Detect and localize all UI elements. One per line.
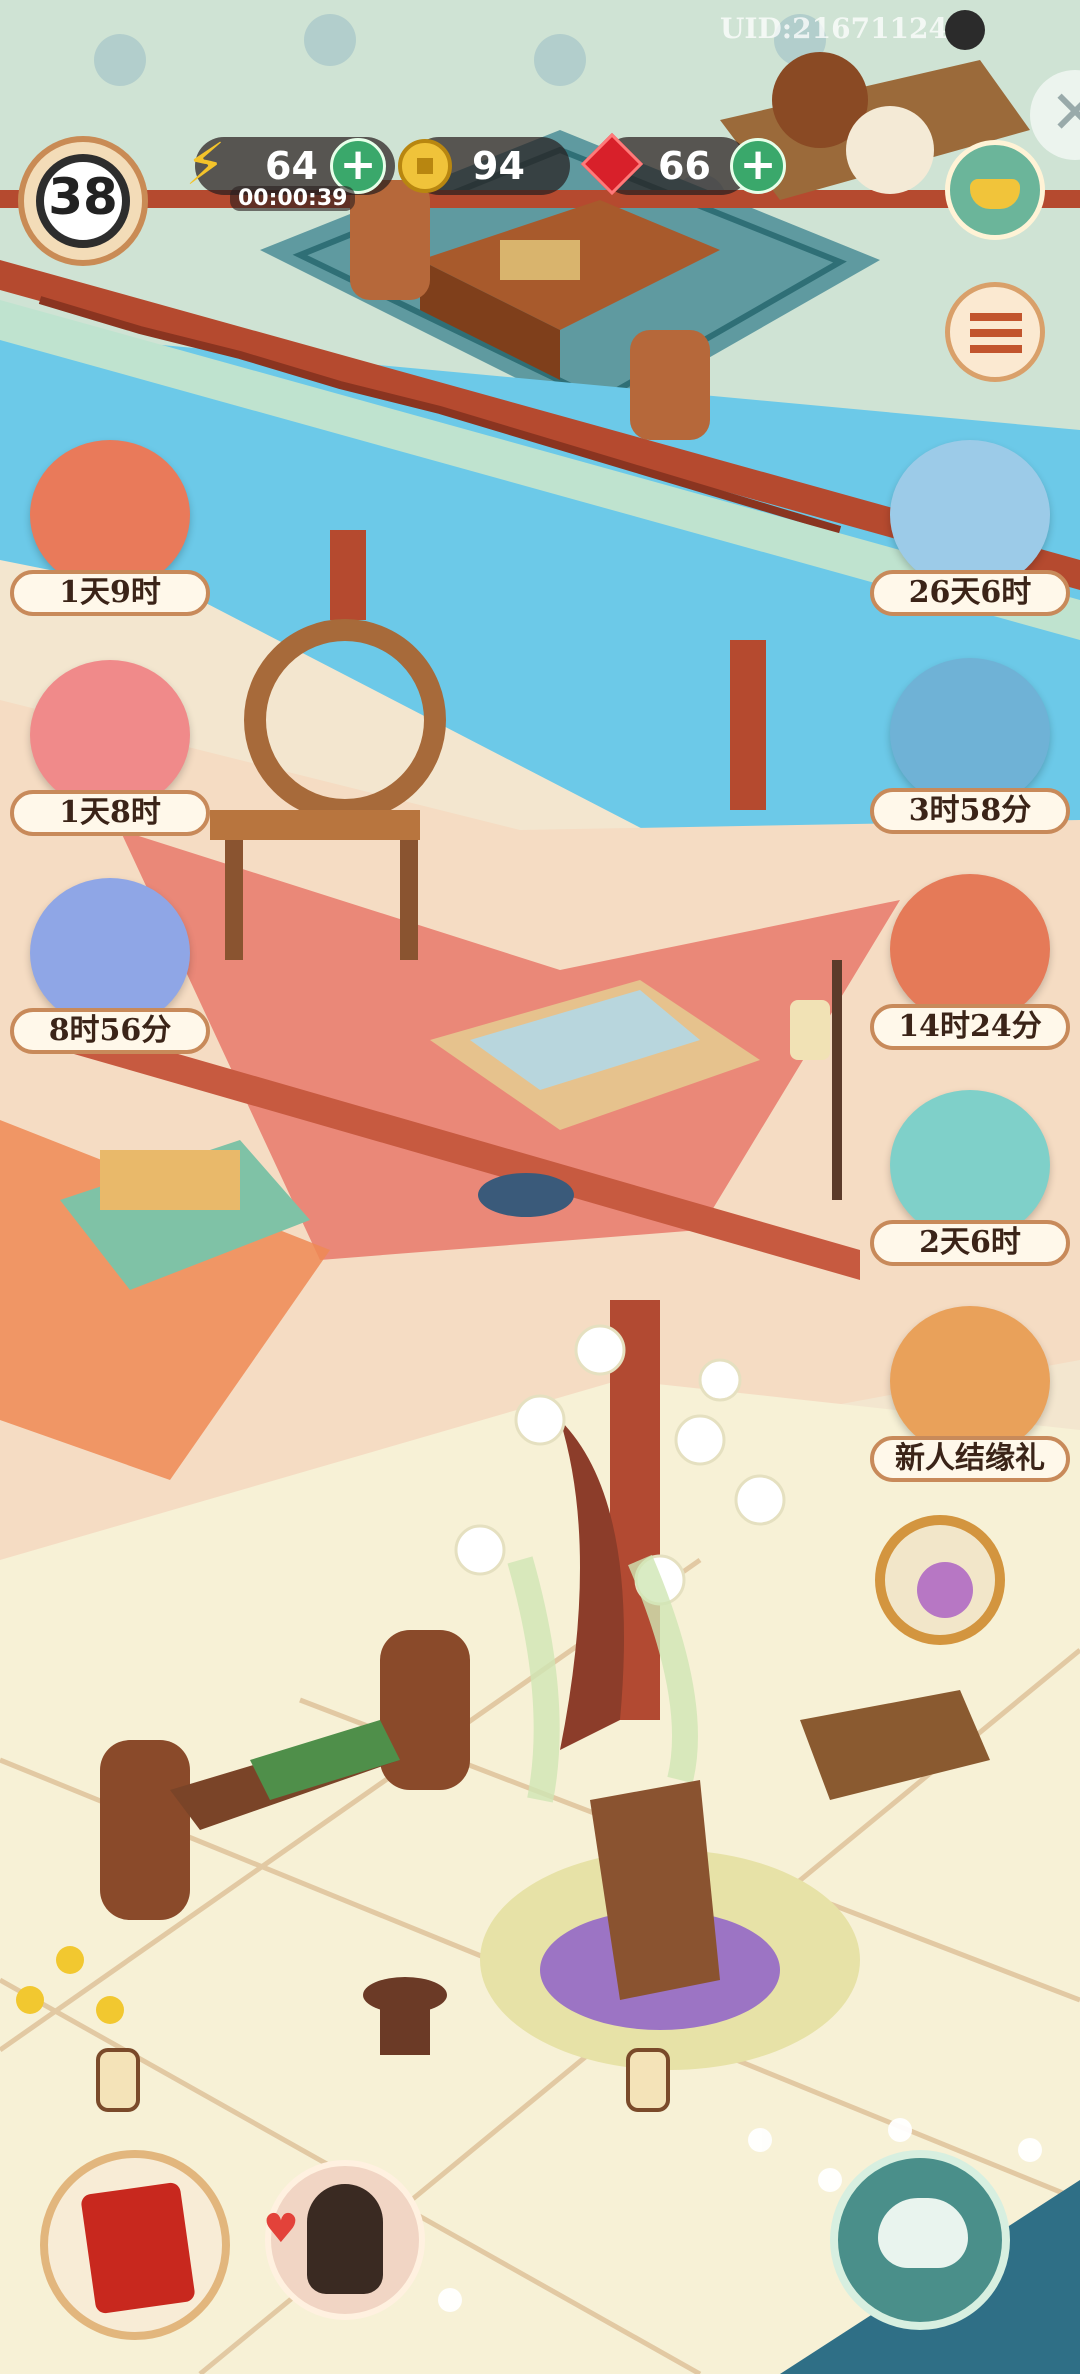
cat-cloud-icon bbox=[890, 440, 1050, 590]
cards-icon bbox=[890, 874, 1050, 1024]
blue-box-icon bbox=[890, 658, 1050, 808]
event-right-1[interactable]: 26天6时 bbox=[870, 440, 1070, 630]
coins-value: 94 bbox=[472, 144, 525, 188]
event-right-4[interactable]: 2天6时 bbox=[870, 1090, 1070, 1280]
red-book-icon bbox=[80, 2181, 196, 2315]
energy-timer: 00:00:39 bbox=[230, 186, 356, 211]
heart-icon: ♥ bbox=[263, 2206, 299, 2252]
level-badge[interactable]: 38 bbox=[18, 136, 148, 266]
character-portrait-icon bbox=[307, 2184, 383, 2294]
cat-drum-icon bbox=[30, 660, 190, 810]
teapot-button[interactable] bbox=[830, 2150, 1010, 2330]
level-value: 38 bbox=[48, 168, 118, 226]
event-right-2[interactable]: 3时58分 bbox=[870, 658, 1070, 848]
dark-dot-icon bbox=[945, 10, 985, 50]
event-timer: 2天6时 bbox=[870, 1220, 1070, 1266]
event-left-2[interactable]: 1天8时 bbox=[10, 660, 210, 850]
teapot-icon bbox=[878, 2198, 968, 2268]
coin-icon bbox=[398, 139, 452, 193]
event-right-3[interactable]: 14时24分 bbox=[870, 874, 1070, 1064]
red-book-button[interactable] bbox=[40, 2150, 230, 2340]
menu-list-button[interactable] bbox=[945, 282, 1045, 382]
list-icon bbox=[970, 313, 1022, 353]
gold-ingot-shop-button[interactable] bbox=[945, 140, 1045, 240]
event-right-5[interactable]: 新人结缘礼 bbox=[870, 1306, 1070, 1496]
gold-ingot-icon bbox=[970, 179, 1020, 209]
add-gems-button[interactable]: + bbox=[730, 138, 786, 194]
event-timer: 1天9时 bbox=[10, 570, 210, 616]
uid-text: UID:21671124 bbox=[720, 12, 948, 45]
gems-value: 66 bbox=[658, 144, 711, 188]
lightning-icon: ⚡ bbox=[185, 130, 226, 198]
event-left-1[interactable]: 1天9时 bbox=[10, 440, 210, 630]
character-portrait-button[interactable]: ♥ bbox=[263, 2160, 425, 2320]
event-left-3[interactable]: 8时56分 bbox=[10, 878, 210, 1068]
newbie-gift-label: 新人结缘礼 bbox=[870, 1436, 1070, 1482]
event-timer: 3时58分 bbox=[870, 788, 1070, 834]
event-timer: 1天8时 bbox=[10, 790, 210, 836]
event-timer: 8时56分 bbox=[10, 1008, 210, 1054]
scroll-letters-icon bbox=[30, 440, 190, 590]
gift-box-cat-icon bbox=[890, 1090, 1050, 1240]
event-timer: 26天6时 bbox=[870, 570, 1070, 616]
event-timer: 14时24分 bbox=[870, 1004, 1070, 1050]
treasure-chest-icon bbox=[890, 1306, 1050, 1456]
cat-kite-icon bbox=[30, 878, 190, 1028]
